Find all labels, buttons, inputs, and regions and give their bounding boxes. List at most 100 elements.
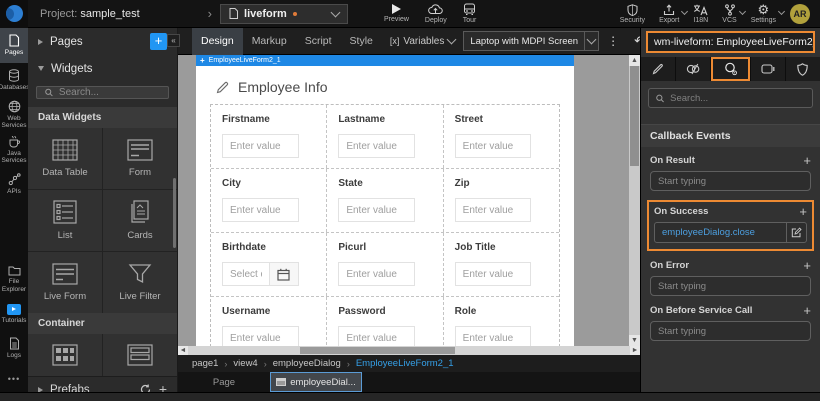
selected-widget-bar[interactable]: + EmployeeLiveForm2_1 (196, 55, 574, 66)
widget-list[interactable]: List (28, 190, 102, 251)
widget-live-form[interactable]: Live Form (28, 252, 102, 313)
settings-button[interactable]: ⚙ Settings (751, 4, 776, 24)
form-field-role[interactable]: Role (444, 297, 559, 346)
left-panel-scrollbar[interactable] (173, 178, 176, 248)
horizontal-scroll-thumb[interactable] (300, 347, 455, 354)
lastname-input[interactable] (338, 134, 415, 158)
rail-more-button[interactable]: ••• (0, 366, 28, 392)
tab-script[interactable]: Script (296, 28, 341, 55)
calendar-button[interactable] (269, 262, 299, 286)
on-success-value[interactable]: employeeDialog.close (655, 227, 786, 238)
form-field-city[interactable]: City (211, 169, 327, 232)
breadcrumb-view4[interactable]: view4 (233, 358, 257, 369)
security-button[interactable]: Security (620, 4, 645, 24)
form-field-lastname[interactable]: Lastname (327, 105, 443, 168)
scroll-right-arrow[interactable]: ► (630, 346, 640, 355)
wavemaker-logo[interactable] (0, 0, 28, 28)
tab-style[interactable]: Style (341, 28, 382, 55)
rail-item-file-explorer[interactable]: File Explorer (0, 262, 28, 297)
add-on-success-action-button[interactable]: + (799, 206, 807, 217)
device-tab[interactable] (751, 57, 785, 81)
rail-item-apis[interactable]: APIs (0, 167, 28, 202)
move-handle-icon[interactable]: + (200, 56, 205, 65)
i18n-button[interactable]: I18N (693, 4, 708, 24)
vcs-button[interactable]: VCS (722, 4, 736, 24)
job-title-input[interactable] (455, 262, 532, 286)
bottom-tab-page[interactable]: Page (178, 372, 270, 392)
form-field-state[interactable]: State (327, 169, 443, 232)
add-prefab-button[interactable]: + (159, 384, 167, 392)
security-tab[interactable] (786, 57, 820, 81)
user-avatar[interactable]: AR (790, 4, 810, 24)
username-input[interactable] (222, 326, 299, 346)
form-title-row[interactable]: Employee Info (196, 66, 574, 104)
canvas-more-menu-button[interactable]: ⋮ (607, 36, 619, 46)
breadcrumb-employeeliveform[interactable]: EmployeeLiveForm2_1 (356, 358, 454, 369)
form-field-street[interactable]: Street (444, 105, 559, 168)
tour-button[interactable]: Tour (463, 3, 477, 24)
widget-search-input[interactable] (59, 87, 160, 98)
form-field-zip[interactable]: Zip (444, 169, 559, 232)
tab-design[interactable]: Design (192, 28, 243, 55)
picurl-input[interactable] (338, 262, 415, 286)
scroll-up-arrow[interactable]: ▲ (629, 55, 640, 66)
deploy-button[interactable]: Deploy (425, 4, 447, 24)
add-on-before-service-call-action-button[interactable]: + (803, 305, 811, 316)
bottom-tab-employee-dialog[interactable]: employeeDial... (270, 372, 362, 392)
pages-section-header[interactable]: Pages + (28, 28, 177, 55)
rail-item-databases[interactable]: Databases (0, 63, 28, 98)
zip-input[interactable] (455, 198, 532, 222)
form-field-username[interactable]: Username (211, 297, 327, 346)
export-button[interactable]: Export (659, 4, 679, 24)
widget-live-filter[interactable]: Live Filter (103, 252, 177, 313)
variables-button[interactable]: [x] Variables (390, 36, 455, 47)
form-field-firstname[interactable]: Firstname (211, 105, 327, 168)
canvas-vertical-scrollbar[interactable]: ▲ ▼ (629, 55, 640, 346)
tab-markup[interactable]: Markup (243, 28, 296, 55)
refresh-icon[interactable] (140, 384, 151, 392)
design-canvas[interactable]: + EmployeeLiveForm2_1 Employee Info Firs… (178, 55, 640, 346)
widget-grid-layout[interactable] (28, 334, 102, 376)
vertical-scroll-thumb[interactable] (630, 66, 639, 166)
widget-form[interactable]: Form (103, 128, 177, 189)
rail-item-java-services[interactable]: Java Services (0, 132, 28, 167)
state-input[interactable] (338, 198, 415, 222)
rail-item-tutorials[interactable]: Tutorials (0, 297, 28, 332)
password-input[interactable] (338, 326, 415, 346)
form-field-job-title[interactable]: Job Title (444, 233, 559, 296)
widget-search[interactable] (36, 86, 169, 99)
rail-item-web-services[interactable]: Web Services (0, 98, 28, 133)
events-tab[interactable] (711, 57, 749, 81)
form-field-picurl[interactable]: Picurl (327, 233, 443, 296)
on-error-input[interactable] (658, 281, 803, 292)
properties-search[interactable] (648, 88, 813, 108)
on-success-value-field[interactable]: employeeDialog.close (654, 222, 807, 243)
widgets-section-header[interactable]: Widgets (28, 55, 177, 82)
role-input[interactable] (455, 326, 532, 346)
form-field-password[interactable]: Password (327, 297, 443, 346)
scroll-down-arrow[interactable]: ▼ (629, 335, 640, 346)
form-field-birthdate[interactable]: Birthdate (211, 233, 327, 296)
prefabs-section-header[interactable]: Prefabs + (28, 376, 177, 392)
city-input[interactable] (222, 198, 299, 222)
add-on-result-action-button[interactable]: + (803, 155, 811, 166)
device-select[interactable]: Laptop with MDPI Screen (463, 31, 599, 51)
add-on-error-action-button[interactable]: + (803, 260, 811, 271)
dialog-page[interactable]: + EmployeeLiveForm2_1 Employee Info Firs… (196, 55, 574, 346)
rail-item-pages[interactable]: Pages (0, 28, 28, 63)
firstname-input[interactable] (222, 134, 299, 158)
breadcrumb-page1[interactable]: page1 (192, 358, 218, 369)
properties-tab[interactable] (641, 57, 675, 81)
widget-data-table[interactable]: Data Table (28, 128, 102, 189)
canvas-horizontal-scrollbar[interactable]: ◄ ► (178, 346, 640, 355)
on-before-service-call-input[interactable] (658, 326, 803, 337)
widget-cards[interactable]: Cards (103, 190, 177, 251)
street-input[interactable] (455, 134, 532, 158)
properties-search-input[interactable] (670, 93, 805, 104)
add-page-button[interactable]: + (150, 33, 167, 50)
styles-tab[interactable] (676, 57, 710, 81)
edit-on-success-button[interactable] (786, 223, 806, 242)
breadcrumb-employeedialog[interactable]: employeeDialog (273, 358, 341, 369)
preview-button[interactable]: Preview (384, 4, 409, 23)
widget-layout-rows[interactable] (103, 334, 177, 376)
